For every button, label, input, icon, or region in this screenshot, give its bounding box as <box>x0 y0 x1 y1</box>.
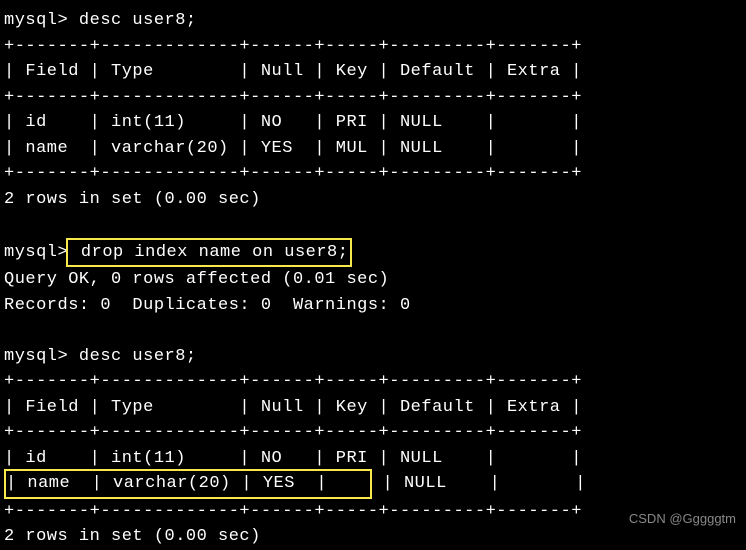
table-row: | id | int(11) | NO | PRI | NULL | | <box>4 110 742 136</box>
mysql-prompt: mysql> <box>4 11 68 30</box>
mysql-prompt: mysql> <box>4 347 68 366</box>
table-row: | name | varchar(20) | YES | MUL | NULL … <box>4 136 742 162</box>
table-border: +-------+-------------+------+-----+----… <box>4 161 742 187</box>
blank-line <box>4 318 742 344</box>
mysql-prompt: mysql> <box>4 243 68 262</box>
table-border: +-------+-------------+------+-----+----… <box>4 85 742 111</box>
table-row: | id | int(11) | NO | PRI | NULL | | <box>4 446 742 472</box>
row-remainder: | NULL | | <box>372 474 586 493</box>
query-ok: Query OK, 0 rows affected (0.01 sec) <box>4 267 742 293</box>
table-border: +-------+-------------+------+-----+----… <box>4 369 742 395</box>
cmd-line-3[interactable]: mysql> desc user8; <box>4 344 742 370</box>
terminal-output: mysql> desc user8; +-------+------------… <box>4 8 742 550</box>
records-info: Records: 0 Duplicates: 0 Warnings: 0 <box>4 293 742 319</box>
table-border: +-------+-------------+------+-----+----… <box>4 34 742 60</box>
blank-line <box>4 212 742 238</box>
result-text: 2 rows in set (0.00 sec) <box>4 187 742 213</box>
table-header: | Field | Type | Null | Key | Default | … <box>4 59 742 85</box>
highlighted-command: drop index name on user8; <box>66 238 352 268</box>
watermark: CSDN @Gggggtm <box>629 509 736 529</box>
command-text: desc user8; <box>68 347 196 366</box>
table-header: | Field | Type | Null | Key | Default | … <box>4 395 742 421</box>
cmd-line-2[interactable]: mysql> drop index name on user8; <box>4 238 742 268</box>
command-text: desc user8; <box>68 11 196 30</box>
table-border: +-------+-------------+------+-----+----… <box>4 420 742 446</box>
highlighted-row-wrapper: | name | varchar(20) | YES | | NULL | | <box>4 471 742 499</box>
cmd-line-1[interactable]: mysql> desc user8; <box>4 8 742 34</box>
highlighted-cell-region: | name | varchar(20) | YES | <box>4 469 372 499</box>
